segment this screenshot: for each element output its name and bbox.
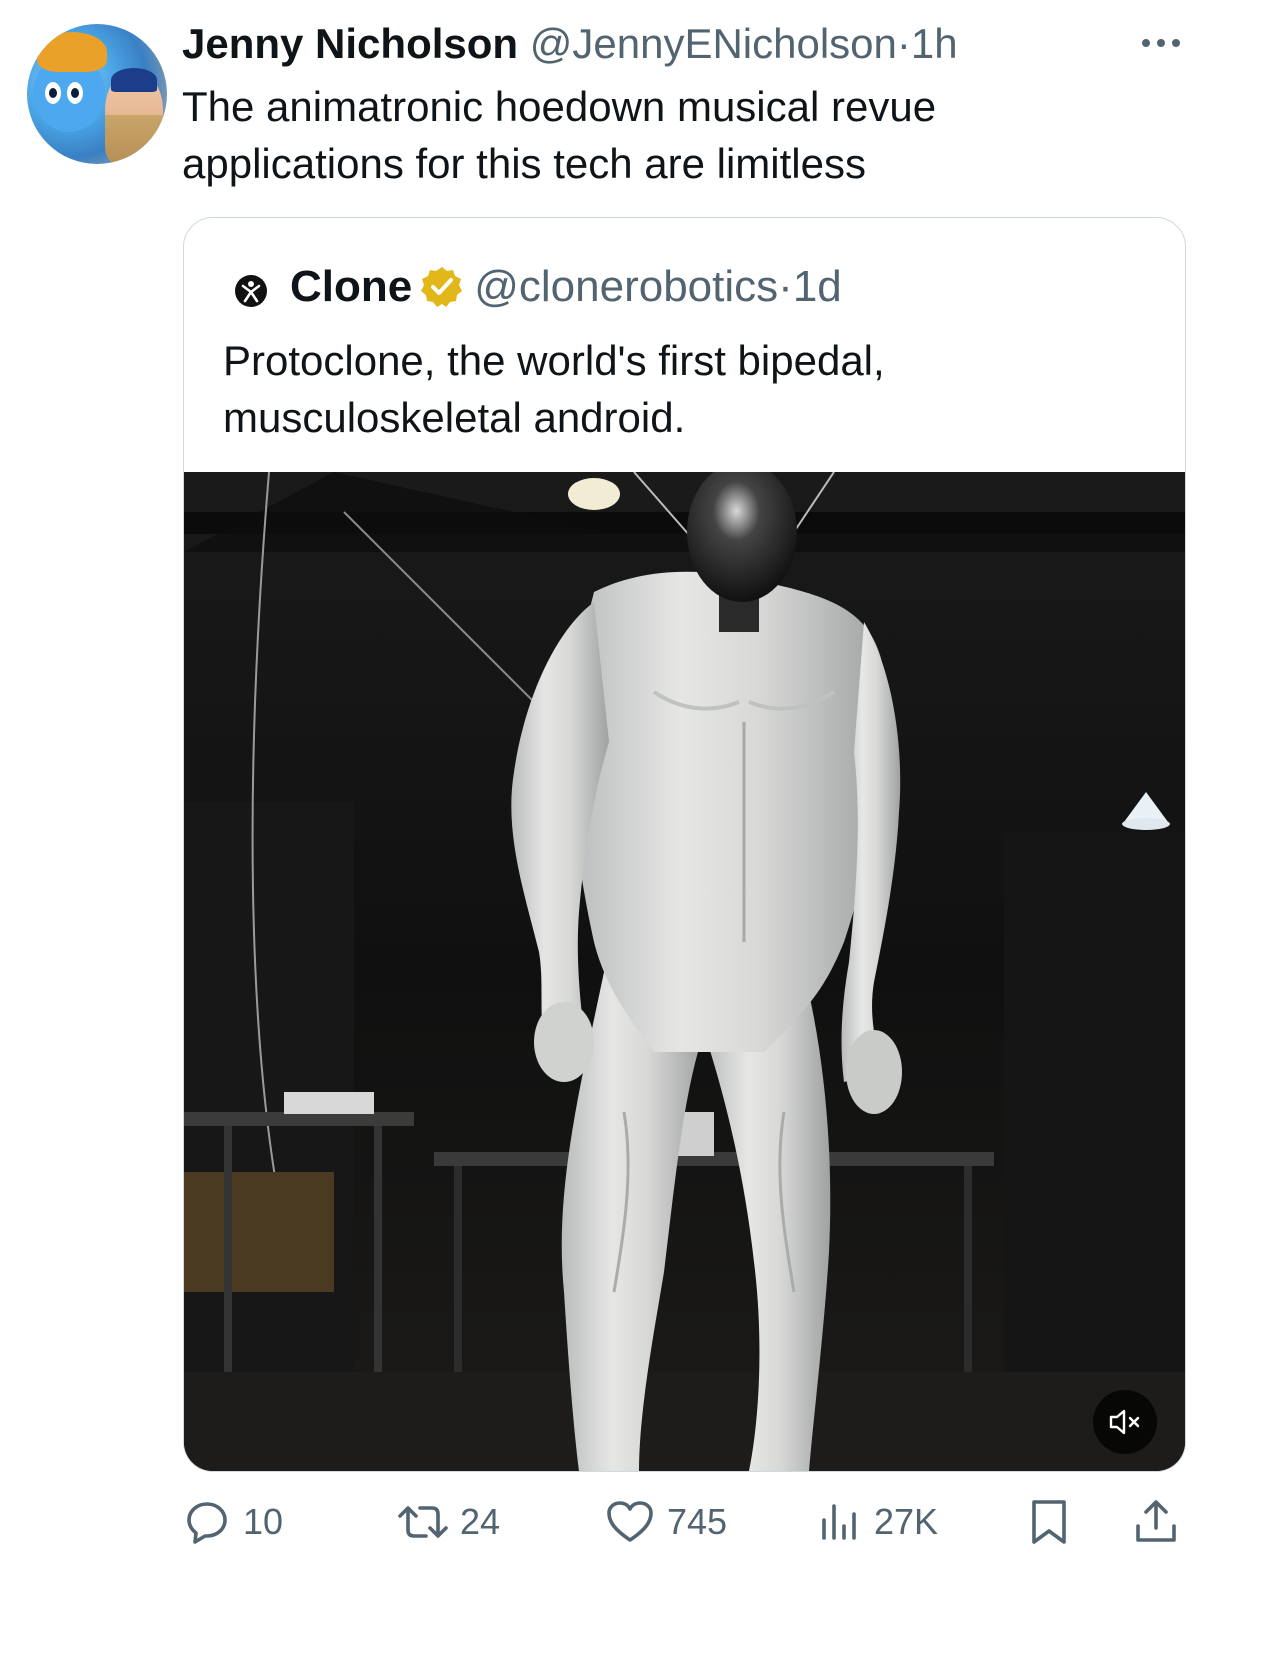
share-button[interactable]	[1132, 1490, 1180, 1554]
mute-toggle-button[interactable]	[1093, 1390, 1157, 1454]
heart-icon	[607, 1501, 653, 1542]
more-horizontal-icon[interactable]	[1140, 34, 1182, 52]
author-avatar[interactable]	[27, 24, 167, 164]
repost-count: 24	[460, 1501, 501, 1542]
share-icon	[1136, 1500, 1176, 1542]
verified-badge-icon	[421, 267, 463, 307]
quoted-author-handle[interactable]: @clonerobotics	[474, 259, 778, 315]
video-frame	[184, 472, 1185, 1471]
views-count: 27K	[874, 1501, 939, 1542]
author-handle[interactable]: @JennyENicholson	[530, 20, 897, 67]
author-name[interactable]: Jenny Nicholson	[182, 20, 518, 67]
repost-icon	[398, 1506, 448, 1538]
quoted-author-name[interactable]: Clone	[290, 259, 412, 315]
post-timestamp[interactable]: 1h	[911, 20, 958, 67]
action-bar: 10 24 745 27K	[0, 1490, 1284, 1560]
quoted-post-timestamp[interactable]: 1d	[793, 259, 842, 315]
post-header: Jenny Nicholson @JennyENicholson·1h	[182, 18, 958, 70]
quoted-post[interactable]: Clone @clonerobotics · 1d Protoclone, the …	[183, 217, 1186, 1472]
clone-logo-icon[interactable]	[234, 274, 268, 308]
like-button[interactable]: 745	[605, 1490, 727, 1554]
volume-muted-icon	[1109, 1409, 1140, 1435]
quoted-post-header: Clone @clonerobotics · 1d	[290, 259, 842, 315]
views-button[interactable]: 27K	[818, 1490, 938, 1554]
post: Jenny Nicholson @JennyENicholson·1h The …	[0, 0, 1284, 1662]
like-count: 745	[667, 1501, 728, 1542]
quoted-post-text: Protoclone, the world's first bipedal, m…	[223, 337, 885, 441]
repost-button[interactable]: 24	[398, 1490, 500, 1554]
separator-dot: ·	[778, 262, 793, 311]
post-text: The animatronic hoedown musical revue ap…	[182, 83, 937, 187]
views-chart-icon	[822, 1504, 856, 1540]
separator-dot: ·	[896, 20, 911, 67]
video-player[interactable]	[184, 472, 1185, 1471]
reply-count: 10	[243, 1501, 284, 1542]
reply-button[interactable]: 10	[183, 1490, 283, 1554]
reply-icon	[187, 1502, 227, 1544]
bookmark-icon	[1032, 1500, 1066, 1544]
bookmark-button[interactable]	[1026, 1490, 1072, 1554]
